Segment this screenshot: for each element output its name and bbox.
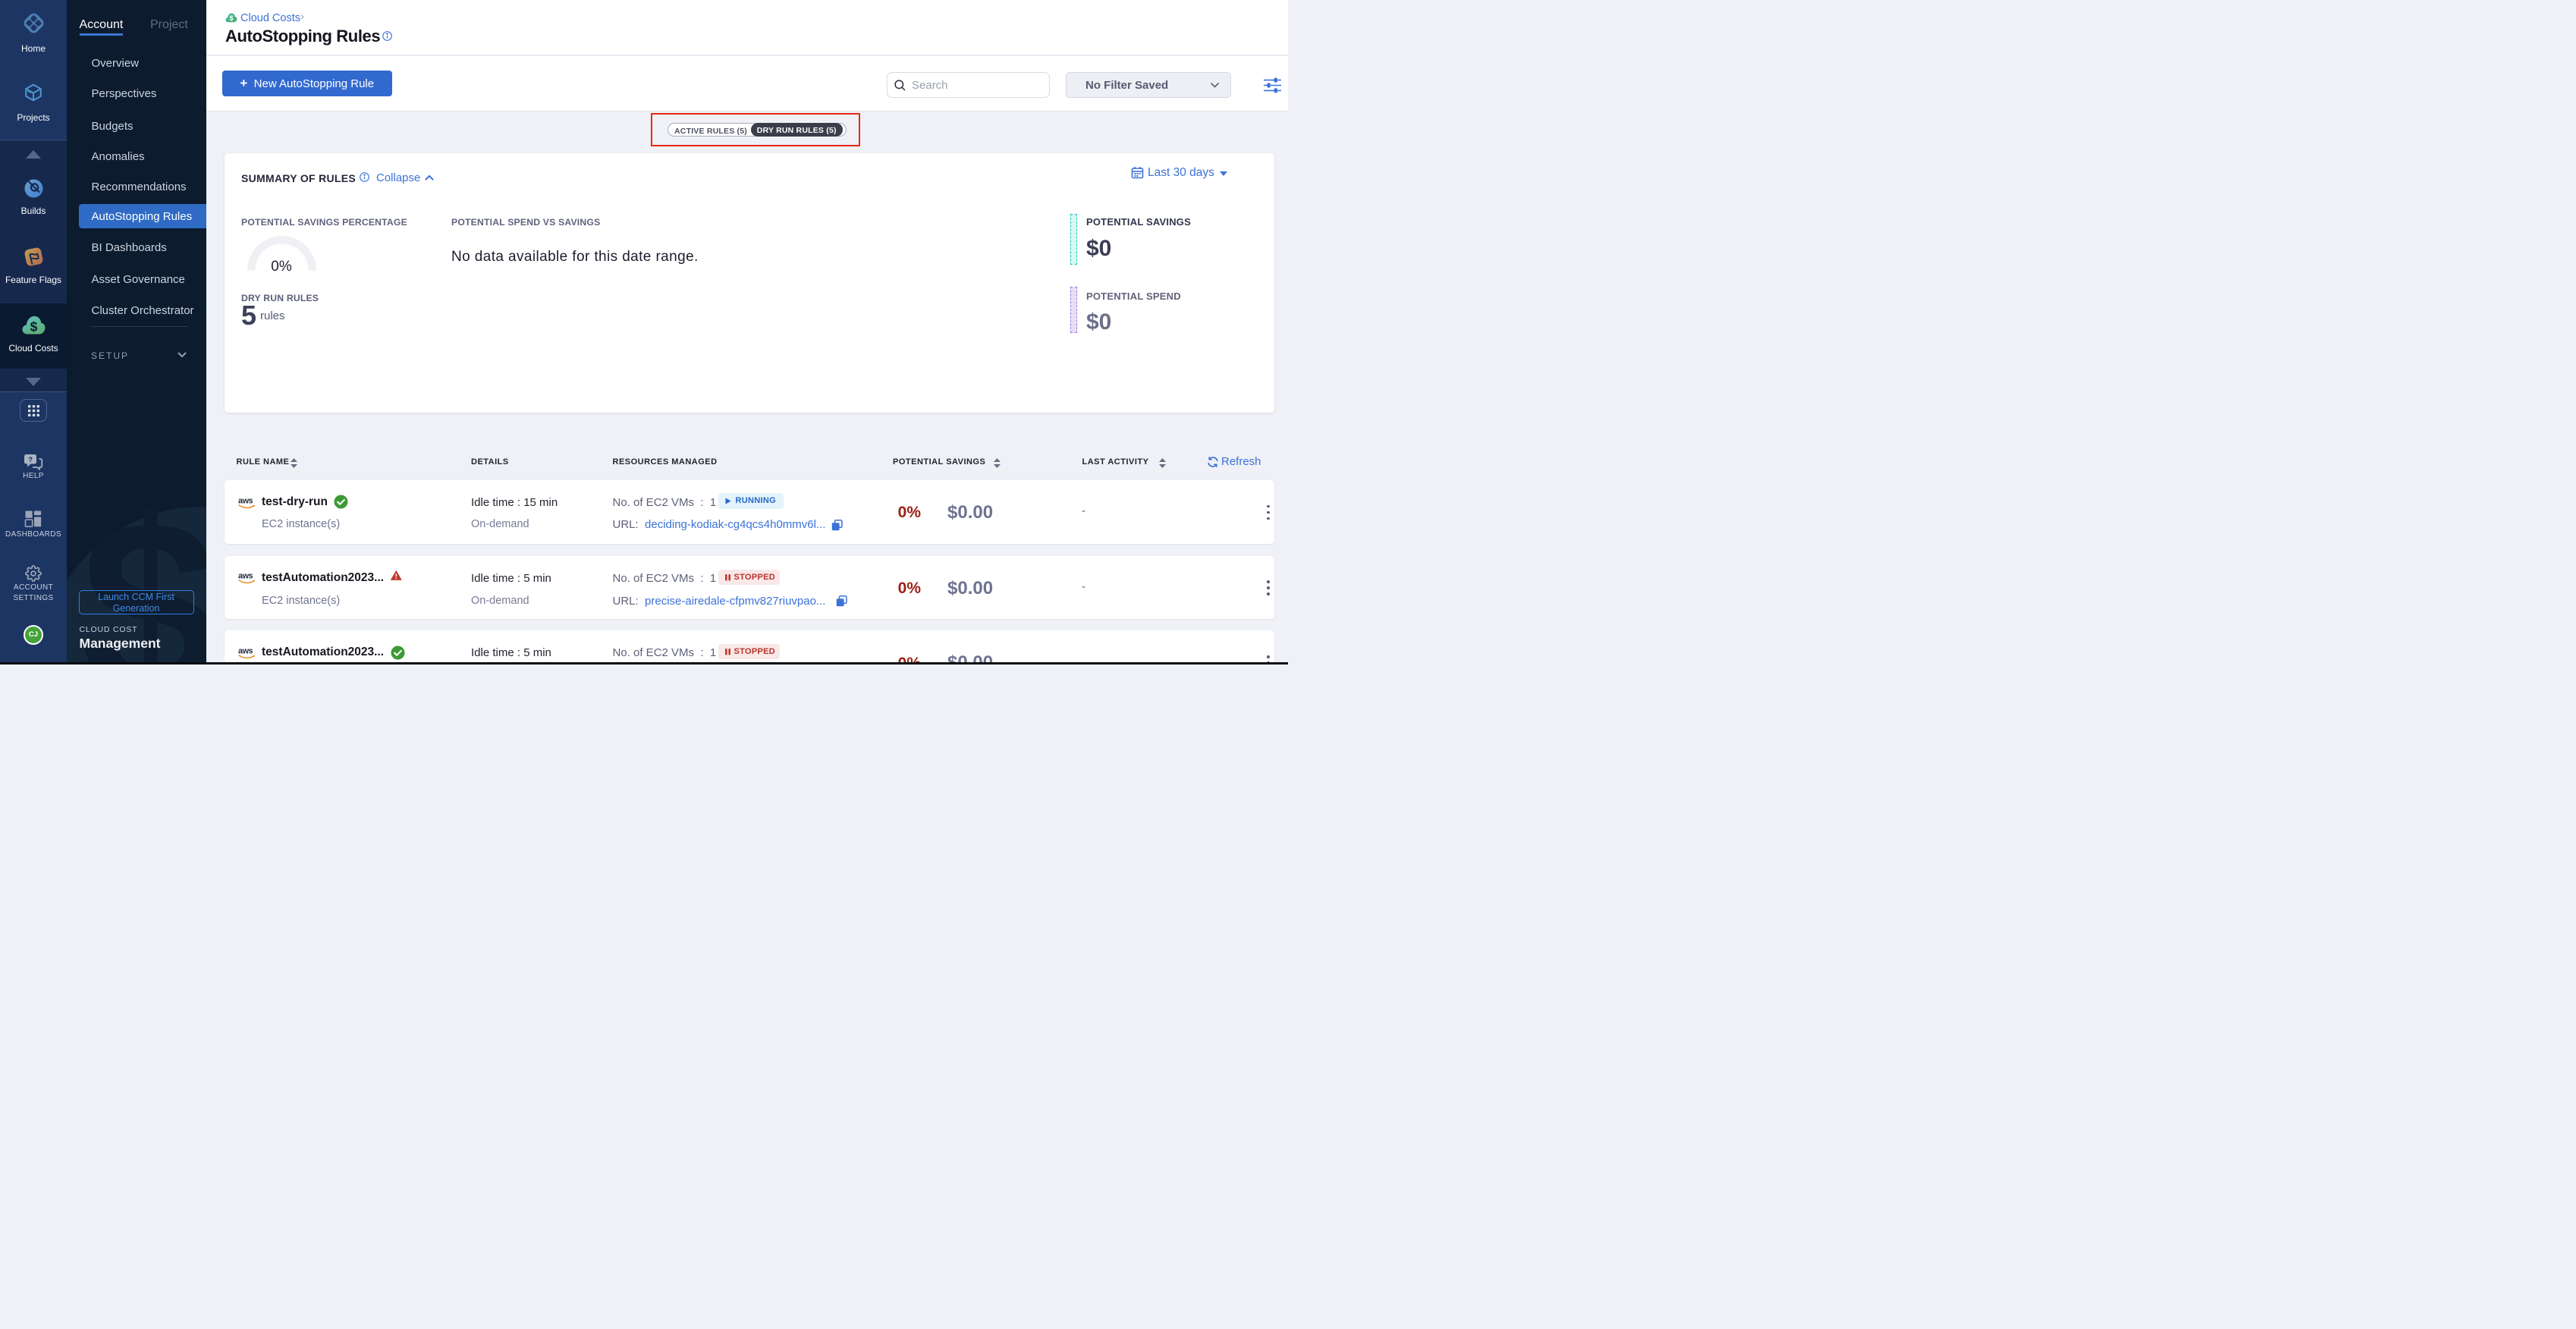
svg-text:aws: aws	[238, 572, 253, 581]
svg-text:aws: aws	[238, 496, 253, 505]
svg-text:aws: aws	[238, 647, 253, 656]
svg-text:$: $	[230, 14, 234, 22]
svg-text:?: ?	[28, 456, 33, 464]
svg-text:$: $	[30, 319, 38, 334]
